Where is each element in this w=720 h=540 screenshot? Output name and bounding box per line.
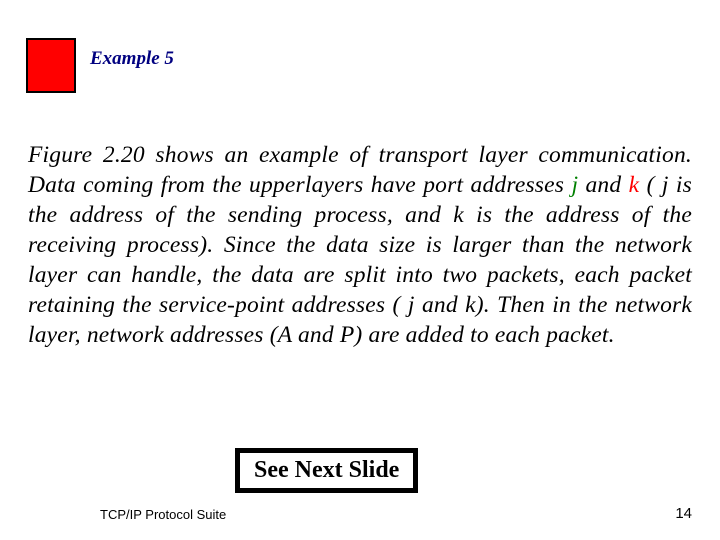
body-mid1: and [578, 172, 628, 198]
body-post: ( j is the address of the sending proces… [28, 172, 692, 348]
page-number: 14 [675, 505, 692, 522]
example-title: Example 5 [90, 48, 174, 70]
footer-left: TCP/IP Protocol Suite [100, 507, 226, 522]
accent-box [26, 38, 76, 93]
body-paragraph: Figure 2.20 shows an example of transpor… [28, 140, 692, 351]
port-k: k [629, 172, 640, 198]
next-slide-button[interactable]: See Next Slide [235, 448, 418, 493]
